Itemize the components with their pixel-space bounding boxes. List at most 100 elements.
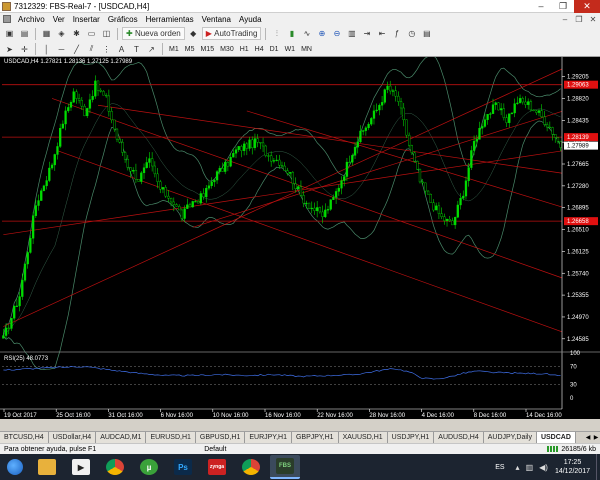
taskbar-chrome-2[interactable]: [236, 455, 266, 479]
profiles-icon[interactable]: ▤: [18, 27, 31, 40]
navigator-icon[interactable]: ✱: [70, 27, 83, 40]
fibonacci-icon[interactable]: ⋮: [100, 43, 113, 56]
label-icon[interactable]: T: [130, 43, 143, 56]
menu-insertar[interactable]: Insertar: [69, 15, 104, 24]
candle-body: [302, 195, 305, 204]
chart-shift-icon[interactable]: ⇤: [375, 27, 388, 40]
candle-body: [267, 155, 270, 157]
tab-scroll-right-icon[interactable]: ▶: [592, 432, 600, 443]
templates-icon[interactable]: ▤: [420, 27, 433, 40]
candle-body: [402, 107, 405, 121]
timeframe-d1[interactable]: D1: [267, 43, 282, 55]
chart-area[interactable]: 1.292051.288201.284351.280501.276651.272…: [0, 57, 600, 419]
candle-body: [248, 139, 251, 149]
minimize-button[interactable]: –: [530, 0, 552, 13]
tray-expand-icon[interactable]: ▴: [516, 463, 520, 472]
candle-body: [518, 98, 522, 104]
menu-graficos[interactable]: Gráficos: [104, 15, 142, 24]
timeframe-m5[interactable]: M5: [182, 43, 198, 55]
timeframe-mn[interactable]: MN: [298, 43, 315, 55]
tab-xauusd[interactable]: XAUUSD,H1: [338, 432, 388, 443]
new-chart-icon[interactable]: ▣: [3, 27, 16, 40]
lower-band: [3, 120, 561, 370]
chart-close-button[interactable]: ✕: [586, 15, 600, 24]
status-traffic[interactable]: 26185/6 kb: [543, 446, 600, 453]
taskbar-photoshop[interactable]: Ps: [168, 455, 198, 479]
tab-eurjpy[interactable]: EURJPY,H1: [245, 432, 292, 443]
text-icon[interactable]: A: [115, 43, 128, 56]
timeframe-h1[interactable]: H1: [237, 43, 252, 55]
timeframe-h4[interactable]: H4: [252, 43, 267, 55]
periods-icon[interactable]: ◷: [405, 27, 418, 40]
candle-body: [554, 134, 557, 138]
close-button[interactable]: ✕: [574, 0, 600, 13]
autoscroll-icon[interactable]: ⇥: [360, 27, 373, 40]
chart-minimize-button[interactable]: –: [558, 15, 572, 24]
metaeditor-icon[interactable]: ◆: [187, 27, 200, 40]
arrows-icon[interactable]: ↗: [145, 43, 158, 56]
menu-herramientas[interactable]: Herramientas: [142, 15, 198, 24]
candlestick-chart-icon[interactable]: ▮: [285, 27, 298, 40]
taskbar-fbs[interactable]: FBS: [270, 455, 300, 479]
tab-audjpy[interactable]: AUDJPY,Daily: [483, 432, 537, 443]
strategy-tester-icon[interactable]: ◫: [100, 27, 113, 40]
trendline-icon[interactable]: ╱: [70, 43, 83, 56]
indicators-icon[interactable]: ƒ: [390, 27, 403, 40]
timeframe-m30[interactable]: M30: [217, 43, 237, 55]
candle-body: [313, 207, 316, 211]
new-order-button[interactable]: ✚ Nueva orden: [122, 27, 185, 40]
taskbar-zynga[interactable]: zynga: [202, 455, 232, 479]
taskbar-utorrent[interactable]: µ: [134, 455, 164, 479]
candle-body: [259, 142, 262, 144]
tab-usdollar[interactable]: USDollar,H4: [48, 432, 97, 443]
vertical-line-icon[interactable]: │: [40, 43, 53, 56]
candle-body: [251, 139, 254, 149]
candle-body: [107, 95, 111, 112]
start-button[interactable]: [0, 454, 30, 480]
tab-scroll-left-icon[interactable]: ◀: [584, 432, 592, 443]
channel-icon[interactable]: ⫽: [85, 43, 98, 56]
price-chart[interactable]: 1.292051.288201.284351.280501.276651.272…: [0, 57, 600, 419]
tab-usdjpy[interactable]: USDJPY,H1: [387, 432, 435, 443]
tab-gbpjpy[interactable]: GBPJPY,H1: [291, 432, 339, 443]
terminal-icon[interactable]: ▭: [85, 27, 98, 40]
tab-eurusd[interactable]: EURUSD,H1: [146, 432, 196, 443]
tab-btcusd[interactable]: BTCUSD,H4: [0, 432, 49, 443]
zoom-out-icon[interactable]: ⊖: [330, 27, 343, 40]
market-watch-icon[interactable]: ▦: [40, 27, 53, 40]
tile-windows-icon[interactable]: ▥: [345, 27, 358, 40]
zoom-in-icon[interactable]: ⊕: [315, 27, 328, 40]
volume-icon[interactable]: ◀): [539, 463, 548, 472]
data-window-icon[interactable]: ◈: [55, 27, 68, 40]
taskbar-chrome[interactable]: [100, 455, 130, 479]
chart-restore-button[interactable]: ❐: [572, 15, 586, 24]
time-tick-label: 31 Oct 16:00: [108, 413, 143, 419]
timeframe-m1[interactable]: M1: [166, 43, 182, 55]
horizontal-line-icon[interactable]: ─: [55, 43, 68, 56]
tab-usdcad[interactable]: USDCAD: [536, 432, 576, 443]
tab-gbpusd[interactable]: GBPUSD,H1: [195, 432, 246, 443]
maximize-button[interactable]: ❐: [552, 0, 574, 13]
menu-archivo[interactable]: Archivo: [14, 15, 49, 24]
candle-body: [421, 181, 424, 184]
cursor-icon[interactable]: ➤: [3, 43, 16, 56]
taskbar-explorer[interactable]: [32, 455, 62, 479]
language-indicator[interactable]: ES: [495, 464, 504, 471]
line-chart-icon[interactable]: ∿: [300, 27, 313, 40]
taskbar-media[interactable]: ▶: [66, 455, 96, 479]
network-icon[interactable]: ▥: [526, 463, 534, 472]
timeframe-w1[interactable]: W1: [282, 43, 299, 55]
clock[interactable]: 17:25 14/12/2017: [555, 458, 590, 476]
menu-ayuda[interactable]: Ayuda: [235, 15, 266, 24]
autotrading-button[interactable]: ▶ AutoTrading: [201, 27, 262, 40]
bar-chart-icon[interactable]: ⫶: [270, 27, 283, 40]
timeframe-m15[interactable]: M15: [197, 43, 217, 55]
menu-ventana[interactable]: Ventana: [198, 15, 235, 24]
show-desktop-button[interactable]: [596, 454, 600, 480]
tab-audusd[interactable]: AUDUSD,H4: [434, 432, 484, 443]
crosshair-icon[interactable]: ✛: [18, 43, 31, 56]
menu-ver[interactable]: Ver: [49, 15, 69, 24]
chart-window-icon[interactable]: [3, 15, 11, 23]
tab-audcad[interactable]: AUDCAD,M1: [96, 432, 147, 443]
candle-body: [83, 105, 86, 117]
